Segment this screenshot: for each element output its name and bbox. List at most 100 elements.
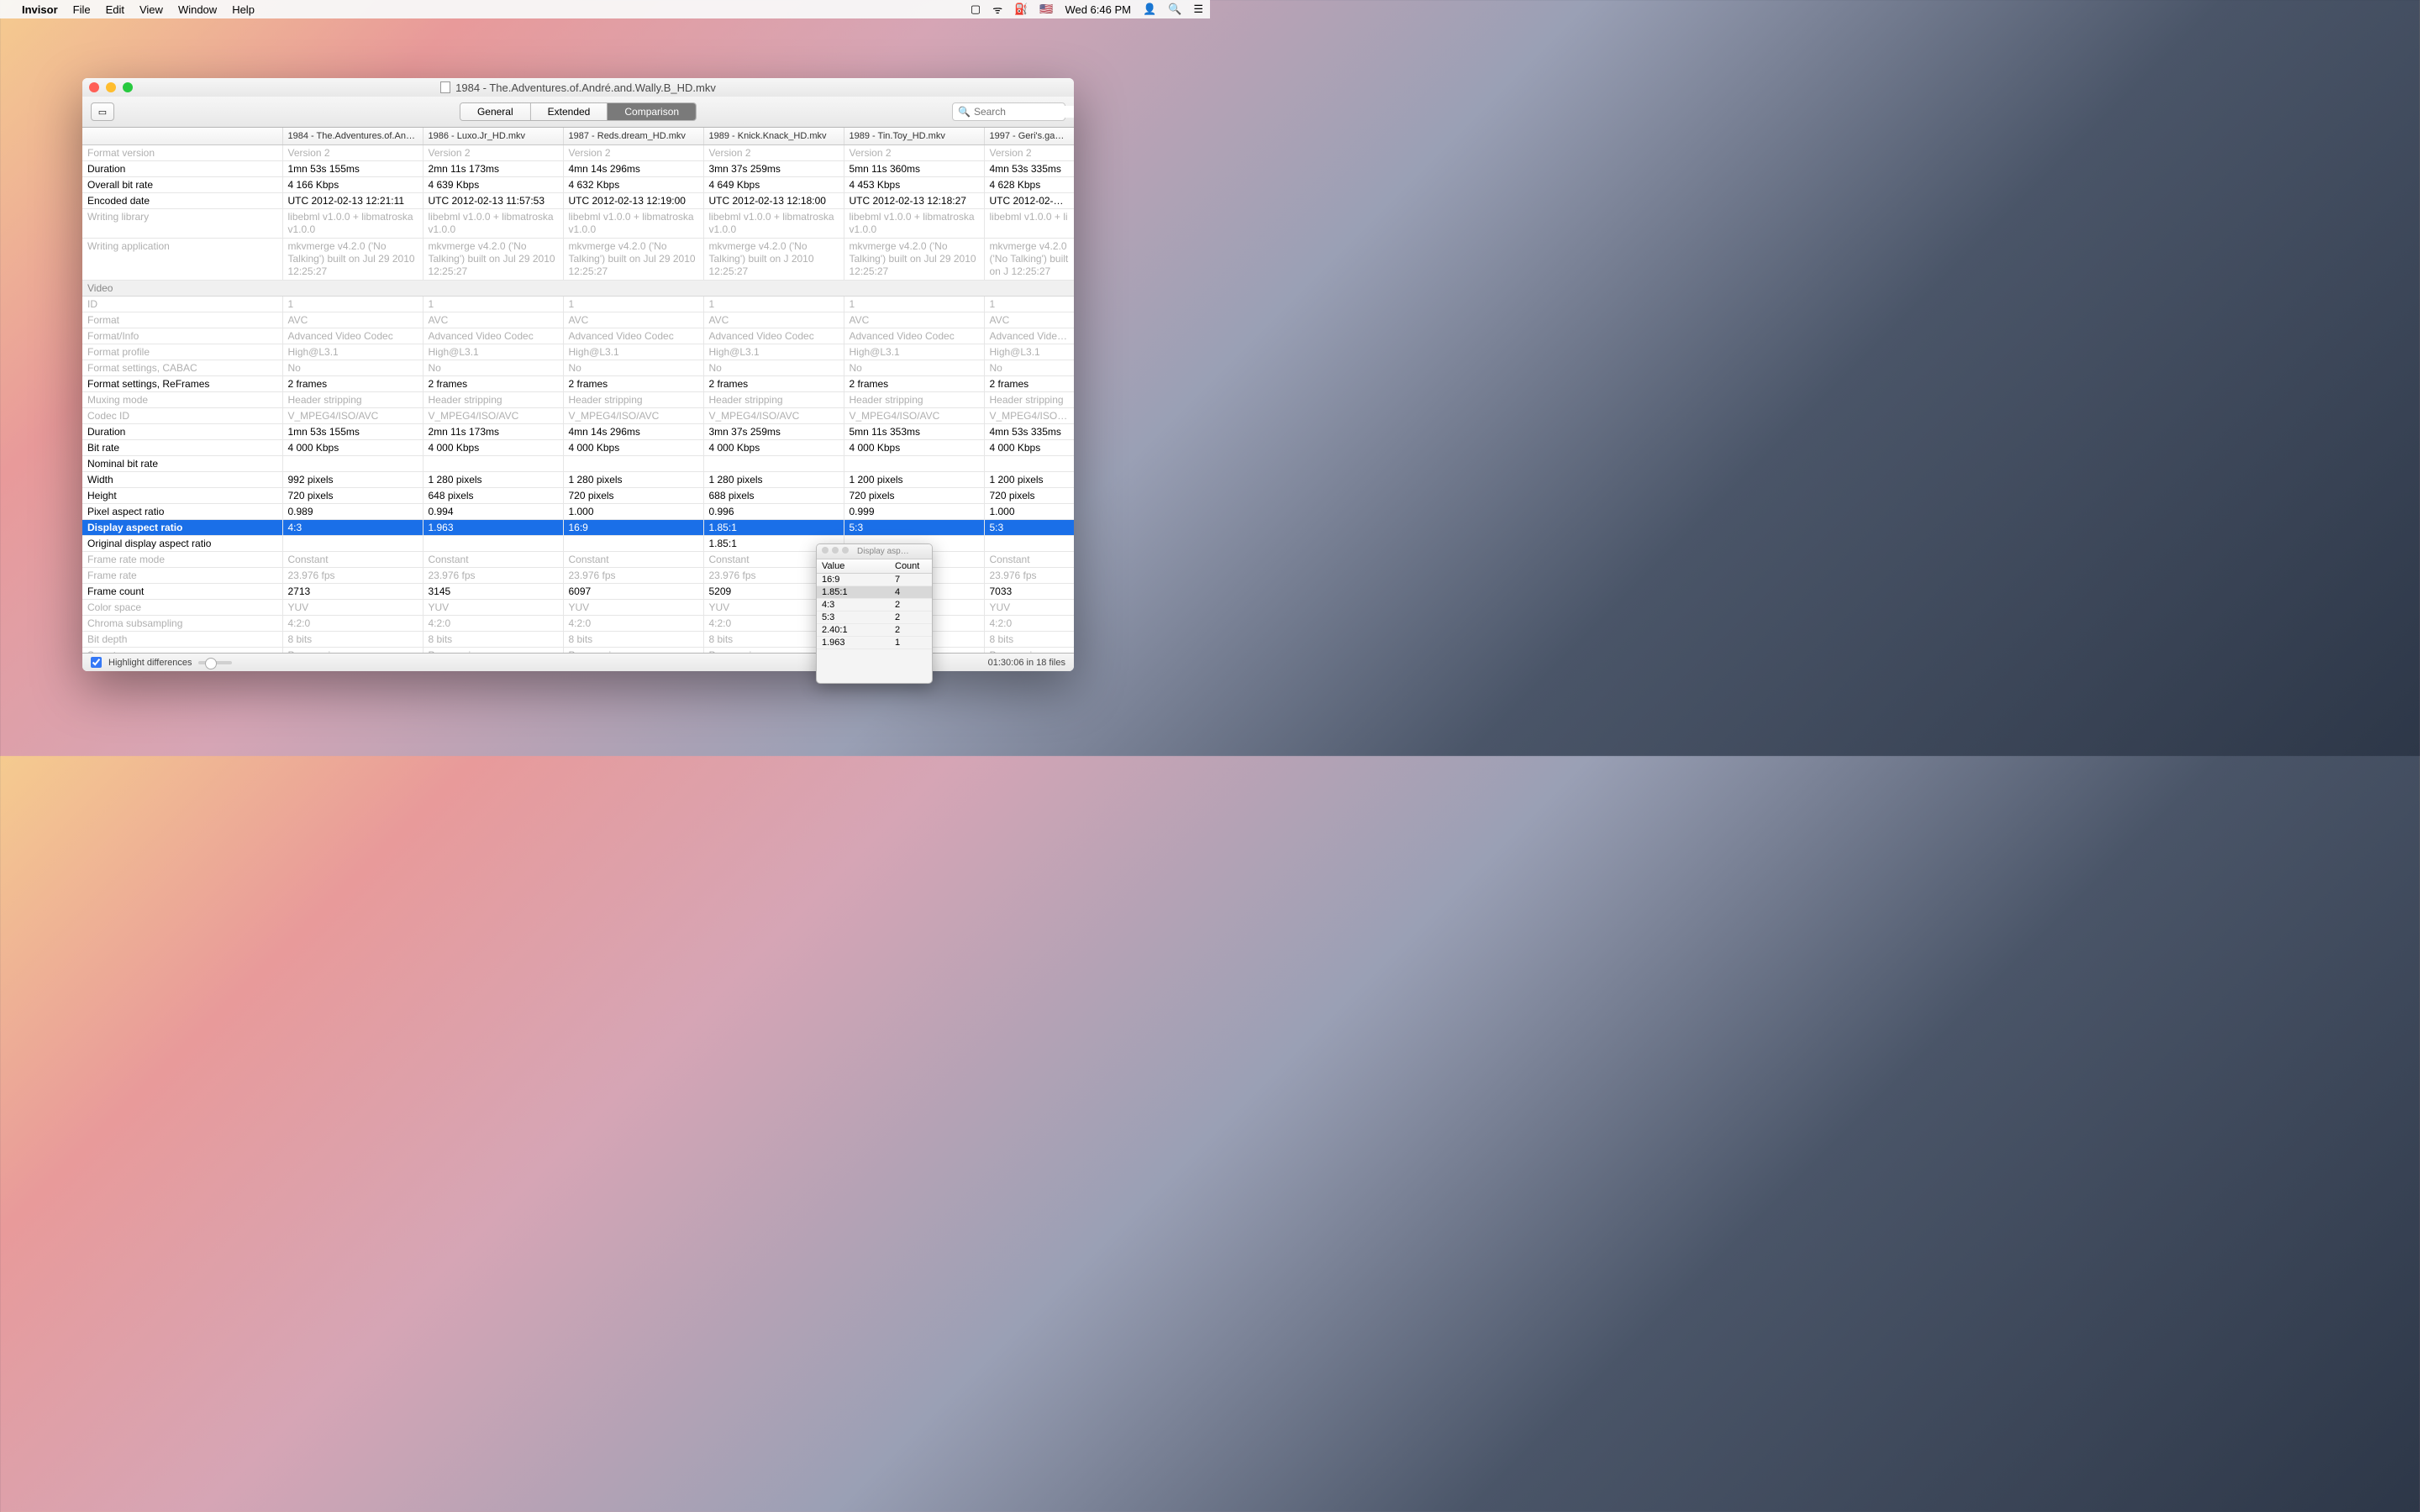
cell-value: High@L3.1 — [844, 344, 984, 360]
user-icon[interactable]: 👤 — [1143, 3, 1156, 16]
table-row[interactable]: Codec IDV_MPEG4/ISO/AVCV_MPEG4/ISO/AVCV_… — [82, 408, 1074, 424]
property-column[interactable] — [82, 128, 282, 145]
cell-value: V_MPEG4/ISO/AVC — [423, 408, 563, 424]
property-label: Overall bit rate — [82, 177, 282, 193]
table-row[interactable]: Format versionVersion 2Version 2Version … — [82, 145, 1074, 161]
popup-row[interactable]: 1.85:14 — [817, 586, 932, 599]
menu-window[interactable]: Window — [178, 3, 217, 16]
search-input[interactable] — [974, 106, 1074, 118]
file-column[interactable]: 1986 - Luxo.Jr_HD.mkv — [423, 128, 563, 145]
property-label: Format profile — [82, 344, 282, 360]
cell-value: 4 000 Kbps — [844, 440, 984, 456]
cell-value: No — [703, 360, 844, 376]
cell-value: 16:9 — [563, 520, 703, 536]
airplay-icon[interactable]: ▢ — [971, 3, 981, 16]
cell-value: 0.994 — [423, 504, 563, 520]
table-row[interactable]: Nominal bit rate — [82, 456, 1074, 472]
table-row[interactable]: Height720 pixels648 pixels720 pixels688 … — [82, 488, 1074, 504]
cell-value: YUV — [563, 600, 703, 616]
table-row[interactable]: Overall bit rate4 166 Kbps4 639 Kbps4 63… — [82, 177, 1074, 193]
table-row[interactable]: Bit rate4 000 Kbps4 000 Kbps4 000 Kbps4 … — [82, 440, 1074, 456]
cell-value: 0.996 — [703, 504, 844, 520]
file-column[interactable]: 1987 - Reds.dream_HD.mkv — [563, 128, 703, 145]
menu-edit[interactable]: Edit — [106, 3, 124, 16]
app-menu[interactable]: Invisor — [22, 3, 58, 16]
table-row[interactable]: Format profileHigh@L3.1High@L3.1High@L3.… — [82, 344, 1074, 360]
flag-icon[interactable]: 🇺🇸 — [1039, 3, 1053, 16]
table-row[interactable]: Duration1mn 53s 155ms2mn 11s 173ms4mn 14… — [82, 161, 1074, 177]
cell-value: 1 — [282, 297, 423, 312]
cell-value: 2 frames — [703, 376, 844, 392]
sidebar-toggle-button[interactable]: ▭ — [91, 102, 114, 121]
property-label: Frame rate mode — [82, 552, 282, 568]
popup-row[interactable]: 5:32 — [817, 612, 932, 624]
spotlight-icon[interactable]: 🔍 — [1168, 3, 1181, 16]
battery-icon[interactable]: ⛽ — [1014, 3, 1028, 16]
cell-value: 1 — [563, 297, 703, 312]
file-column[interactable]: 1989 - Tin.Toy_HD.mkv — [844, 128, 984, 145]
cell-value: Progressive — [563, 648, 703, 654]
property-label: Writing application — [82, 239, 282, 281]
cell-value: 1 200 pixels — [984, 472, 1074, 488]
table-row[interactable]: FormatAVCAVCAVCAVCAVCAVC — [82, 312, 1074, 328]
cell-value: AVC — [984, 312, 1074, 328]
popup-row[interactable]: 1.9631 — [817, 637, 932, 649]
cell-value: Header stripping — [563, 392, 703, 408]
tab-general[interactable]: General — [460, 103, 531, 120]
file-column[interactable]: 1997 - Geri's.game_ — [984, 128, 1074, 145]
table-row[interactable]: Writing applicationmkvmerge v4.2.0 ('No … — [82, 239, 1074, 281]
cell-value: No — [984, 360, 1074, 376]
search-field[interactable]: 🔍 — [952, 102, 1065, 121]
popup-row[interactable]: 16:97 — [817, 574, 932, 586]
wifi-icon[interactable]: ᯤ — [992, 2, 1002, 17]
cell-value: AVC — [703, 312, 844, 328]
file-column[interactable]: 1989 - Knick.Knack_HD.mkv — [703, 128, 844, 145]
clock[interactable]: Wed 6:46 PM — [1065, 3, 1131, 16]
menu-help[interactable]: Help — [232, 3, 255, 16]
cell-value — [703, 456, 844, 472]
table-row[interactable]: Encoded dateUTC 2012-02-13 12:21:11UTC 2… — [82, 193, 1074, 209]
table-row[interactable]: ID111111 — [82, 297, 1074, 312]
popup-row[interactable]: 2.40:12 — [817, 624, 932, 637]
cell-value: 23.976 fps — [423, 568, 563, 584]
notifications-icon[interactable]: ☰ — [1193, 3, 1203, 16]
table-row[interactable]: Format/InfoAdvanced Video CodecAdvanced … — [82, 328, 1074, 344]
cell-value: AVC — [282, 312, 423, 328]
menu-file[interactable]: File — [73, 3, 91, 16]
cell-value: UTC 2012-02-13 11:57:53 — [423, 193, 563, 209]
zoom-slider[interactable] — [198, 661, 232, 664]
tab-extended[interactable]: Extended — [531, 103, 608, 120]
table-row[interactable]: Pixel aspect ratio0.9890.9941.0000.9960.… — [82, 504, 1074, 520]
tab-comparison[interactable]: Comparison — [608, 103, 696, 120]
popup-col-value[interactable]: Value — [817, 559, 890, 573]
cell-value — [984, 456, 1074, 472]
table-row[interactable]: Format settings, ReFrames2 frames2 frame… — [82, 376, 1074, 392]
cell-value: libebml v1.0.0 + libmatroska v1.0.0 — [563, 209, 703, 239]
table-row[interactable]: Width992 pixels1 280 pixels1 280 pixels1… — [82, 472, 1074, 488]
cell-value: Version 2 — [282, 145, 423, 161]
cell-value — [282, 536, 423, 552]
cell-value: 1mn 53s 155ms — [282, 161, 423, 177]
toolbar: ▭ General Extended Comparison 🔍 — [82, 97, 1074, 128]
menu-view[interactable]: View — [139, 3, 163, 16]
table-row[interactable]: Duration1mn 53s 155ms2mn 11s 173ms4mn 14… — [82, 424, 1074, 440]
cell-value: 6097 — [563, 584, 703, 600]
cell-value: High@L3.1 — [423, 344, 563, 360]
cell-value: 8 bits — [282, 632, 423, 648]
file-column[interactable]: 1984 - The.Adventures.of.An… — [282, 128, 423, 145]
cell-value: 720 pixels — [844, 488, 984, 504]
cell-value: 4mn 53s 335ms — [984, 161, 1074, 177]
table-row[interactable]: Writing librarylibebml v1.0.0 + libmatro… — [82, 209, 1074, 239]
window-title: 1984 - The.Adventures.of.André.and.Wally… — [455, 81, 716, 94]
popup-col-count[interactable]: Count — [890, 559, 932, 573]
status-summary: 01:30:06 in 18 files — [988, 658, 1065, 668]
table-row[interactable]: Display aspect ratio4:31.96316:91.85:15:… — [82, 520, 1074, 536]
cell-value: 1 — [984, 297, 1074, 312]
table-row[interactable]: Muxing modeHeader strippingHeader stripp… — [82, 392, 1074, 408]
cell-value: Header stripping — [703, 392, 844, 408]
cell-value: 1 280 pixels — [703, 472, 844, 488]
cell-value: Advanced Video Codec — [282, 328, 423, 344]
highlight-checkbox[interactable] — [91, 657, 102, 668]
popup-row[interactable]: 4:32 — [817, 599, 932, 612]
table-row[interactable]: Format settings, CABACNoNoNoNoNoNo — [82, 360, 1074, 376]
